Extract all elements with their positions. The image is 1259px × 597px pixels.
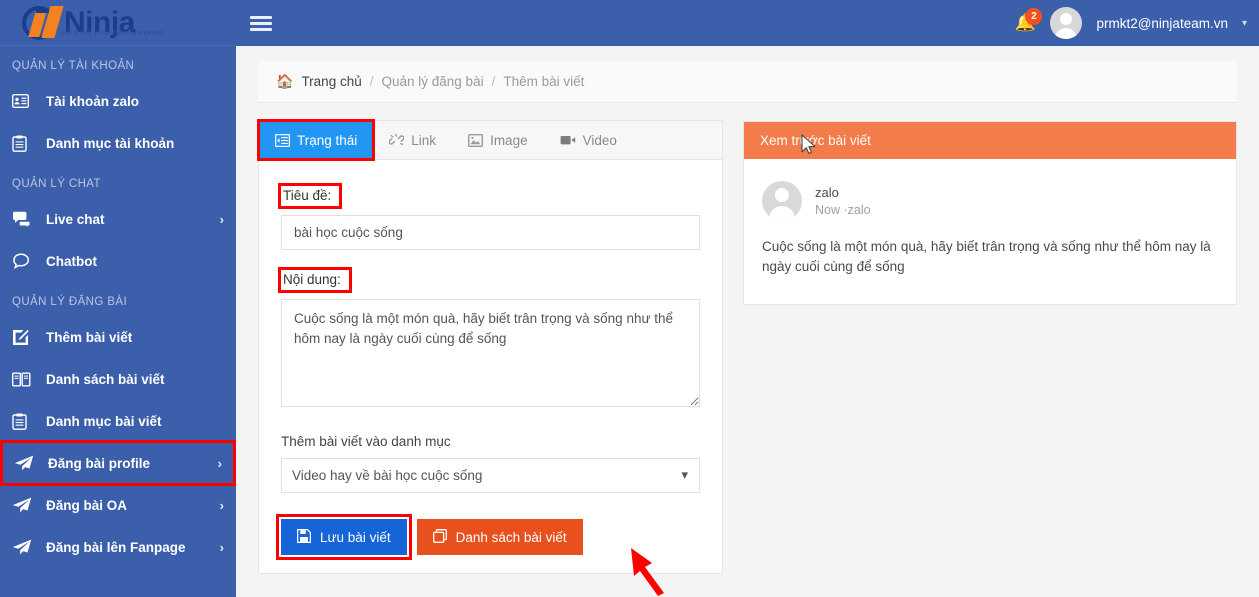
- form-actions: Lưu bài viết Danh sách bài viết: [276, 514, 700, 560]
- user-avatar-icon: [762, 181, 802, 221]
- list-posts-button[interactable]: Danh sách bài viết: [416, 519, 583, 555]
- preview-author-block: zalo Now ·zalo: [815, 185, 871, 217]
- sidebar-item-chatbot[interactable]: Chatbot: [0, 240, 236, 282]
- post-preview-card: Xem trước bài viết zalo Now ·zalo Cuộc s…: [743, 121, 1237, 305]
- tab-label: Video: [582, 132, 617, 148]
- breadcrumb-item-manage[interactable]: Quản lý đăng bài: [382, 74, 484, 89]
- paper-plane-icon: [12, 537, 38, 557]
- save-button[interactable]: Lưu bài viết: [276, 514, 412, 560]
- sidebar-section-title: QUẢN LÝ TÀI KHOẢN: [12, 60, 135, 72]
- sidebar-item-danh-sach-bai-viet[interactable]: Danh sách bài viết: [0, 358, 236, 400]
- title-input[interactable]: [281, 215, 700, 250]
- video-camera-icon: [560, 134, 576, 146]
- content-columns: Trạng thái Link Image Video Tiêu đề: bài…: [236, 103, 1259, 574]
- category-select-wrap: Video hay về bài học cuộc sống ▾: [281, 458, 700, 493]
- tab-video[interactable]: Video: [544, 121, 633, 159]
- tab-image[interactable]: Image: [452, 121, 544, 159]
- user-email[interactable]: prmkt2@ninjateam.vn: [1096, 16, 1228, 31]
- chevron-right-icon: ›: [217, 455, 222, 471]
- avatar[interactable]: [1050, 7, 1083, 39]
- sidebar-item-label: Danh sách bài viết: [46, 371, 165, 387]
- sidebar-item-tai-khoan-zalo[interactable]: Tài khoản zalo: [0, 80, 236, 122]
- preview-meta: Now ·zalo: [815, 203, 871, 217]
- sidebar-section-title: QUẢN LÝ ĐĂNG BÀI: [12, 296, 128, 308]
- tab-label: Trạng thái: [297, 132, 358, 148]
- preview-author-row: zalo Now ·zalo: [762, 181, 1218, 221]
- copy-icon: [432, 528, 447, 546]
- notifications-button[interactable]: 🔔 2: [1014, 8, 1043, 36]
- sidebar-item-them-bai-viet[interactable]: Thêm bài viết: [0, 316, 236, 358]
- tab-label: Link: [411, 132, 437, 148]
- sidebar-item-label: Thêm bài viết: [46, 329, 133, 345]
- chevron-down-icon[interactable]: ▾: [1242, 18, 1247, 29]
- editor-tabs: Trạng thái Link Image Video: [256, 119, 723, 161]
- chat-bubble-icon: [12, 251, 38, 271]
- top-navbar: 🔔 2 prmkt2@ninjateam.vn ▾: [236, 0, 1259, 46]
- breadcrumb-separator: /: [369, 74, 374, 89]
- sidebar-section-title: QUẢN LÝ CHAT: [12, 178, 101, 190]
- sidebar-item-dang-bai-len-fanpage[interactable]: Đăng bài lên Fanpage ›: [0, 526, 236, 568]
- tab-trang-thai[interactable]: Trạng thái: [256, 119, 376, 161]
- post-form: Tiêu đề: Nội dung: Cuộc sống là một món …: [259, 160, 722, 573]
- floppy-disk-icon: [296, 528, 312, 546]
- category-label: Thêm bài viết vào danh mục: [281, 434, 451, 449]
- tab-label: Image: [490, 132, 528, 148]
- sidebar-item-live-chat[interactable]: Live chat ›: [0, 198, 236, 240]
- sidebar: Ninja Hệ thống phần mềm Marketing QUẢN L…: [0, 0, 236, 597]
- sidebar-item-danh-muc-tai-khoan[interactable]: Danh mục tài khoản: [0, 122, 236, 164]
- list-indent-icon: [275, 133, 290, 147]
- app-root: Ninja Hệ thống phần mềm Marketing QUẢN L…: [0, 0, 1259, 597]
- sidebar-item-label: Danh mục bài viết: [46, 413, 162, 429]
- preview-author-name: zalo: [815, 185, 839, 200]
- chevron-right-icon: ›: [219, 211, 224, 227]
- clipboard-icon: [12, 411, 38, 431]
- preview-text: Cuộc sống là một món quà, hãy biết trân …: [762, 239, 1211, 275]
- main-area: 🔔 2 prmkt2@ninjateam.vn ▾ 🏠 Trang chủ / …: [236, 0, 1259, 597]
- breadcrumb: 🏠 Trang chủ / Quản lý đăng bài / Thêm bà…: [258, 61, 1237, 103]
- paper-plane-icon: [14, 453, 40, 473]
- ninja-logo-icon: [8, 3, 70, 43]
- title-label: Tiêu đề:: [277, 183, 343, 209]
- sidebar-item-dang-bai-profile[interactable]: Đăng bài profile ›: [0, 440, 236, 486]
- pencil-square-icon: [12, 327, 38, 347]
- notification-badge: 2: [1025, 8, 1043, 25]
- preview-body: zalo Now ·zalo Cuộc sống là một món quà,…: [744, 159, 1236, 304]
- tab-link[interactable]: Link: [373, 121, 452, 159]
- sidebar-item-label: Tài khoản zalo: [46, 93, 140, 109]
- book-icon: [12, 369, 38, 389]
- broken-link-icon: [389, 133, 405, 147]
- sidebar-item-label: Danh mục tài khoản: [46, 135, 175, 151]
- sidebar-item-label: Đăng bài OA: [46, 497, 128, 513]
- sidebar-item-dang-bai-oa[interactable]: Đăng bài OA ›: [0, 484, 236, 526]
- id-card-icon: [12, 91, 38, 111]
- image-icon: [468, 133, 484, 147]
- sidebar-item-danh-muc-bai-viet[interactable]: Danh mục bài viết: [0, 400, 236, 442]
- sidebar-item-label: Chatbot: [46, 253, 97, 269]
- content-label: Nội dung:: [278, 267, 352, 293]
- clipboard-icon: [12, 133, 38, 153]
- breadcrumb-item-current: Thêm bài viết: [503, 74, 585, 89]
- content-textarea[interactable]: Cuộc sống là một món quà, hãy biết trân …: [281, 299, 700, 407]
- post-editor-card: Trạng thái Link Image Video Tiêu đề: bài…: [256, 119, 723, 574]
- save-button-label: Lưu bài viết: [320, 529, 391, 545]
- breadcrumb-item-home[interactable]: Trang chủ: [301, 74, 361, 89]
- topbar-right: 🔔 2 prmkt2@ninjateam.vn ▾: [1014, 7, 1247, 39]
- paper-plane-icon: [12, 495, 38, 515]
- chevron-right-icon: ›: [219, 497, 224, 513]
- list-posts-button-label: Danh sách bài viết: [455, 529, 567, 545]
- brand-tagline: Hệ thống phần mềm Marketing: [62, 30, 164, 37]
- category-select[interactable]: Video hay về bài học cuộc sống: [281, 458, 700, 493]
- home-icon[interactable]: 🏠: [276, 73, 293, 90]
- preview-header: Xem trước bài viết: [744, 122, 1236, 159]
- sidebar-item-label: Đăng bài profile: [48, 455, 151, 471]
- sidebar-item-label: Đăng bài lên Fanpage: [46, 539, 186, 555]
- breadcrumb-separator: /: [491, 74, 496, 89]
- sidebar-item-label: Live chat: [46, 211, 105, 227]
- brand-logo[interactable]: Ninja Hệ thống phần mềm Marketing: [0, 0, 236, 46]
- chevron-right-icon: ›: [219, 539, 224, 555]
- hamburger-icon[interactable]: [250, 13, 272, 34]
- chat-bubbles-icon: [12, 209, 38, 229]
